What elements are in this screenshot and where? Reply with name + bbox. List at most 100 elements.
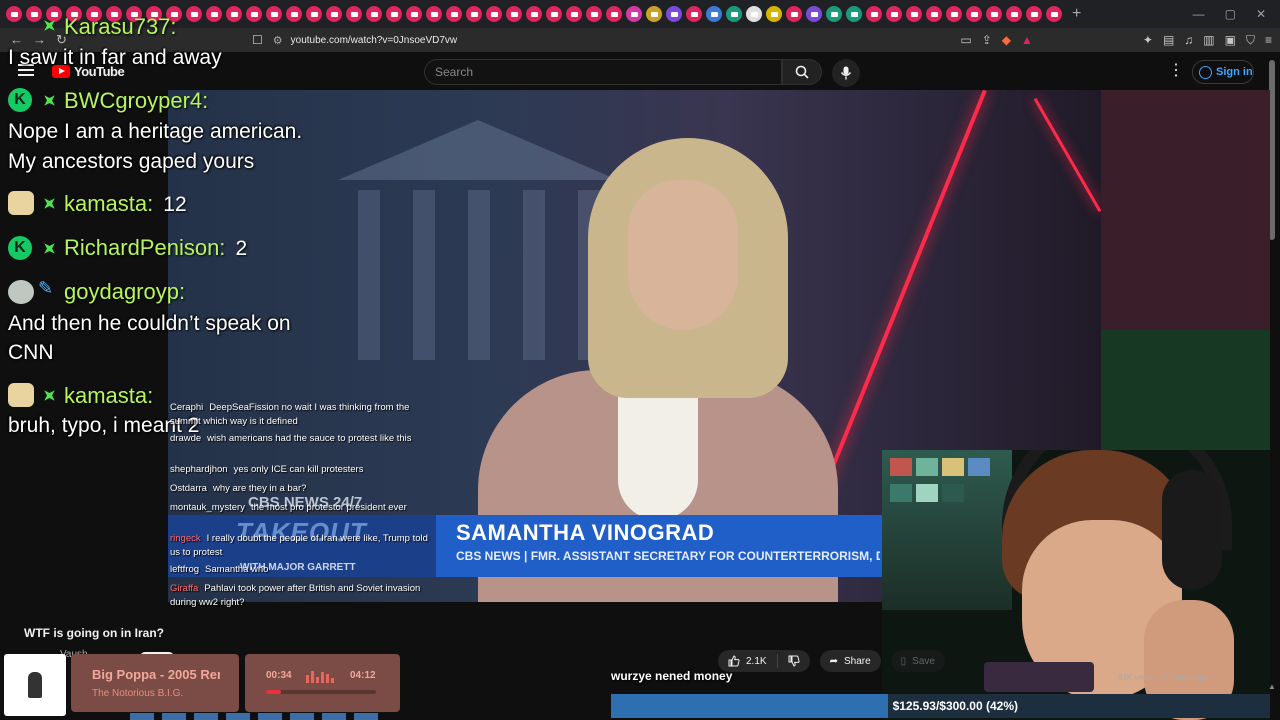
- recommended-thumbnail[interactable]: [984, 662, 1094, 692]
- taskbar-app[interactable]: [322, 713, 346, 720]
- browser-tab[interactable]: [266, 6, 282, 22]
- vpn-icon[interactable]: ⛉: [1246, 33, 1255, 48]
- taskbar-app[interactable]: [194, 713, 218, 720]
- track-card: [71, 654, 239, 712]
- dislike-button[interactable]: [778, 650, 810, 672]
- browser-tab[interactable]: [186, 6, 202, 22]
- maximize-icon[interactable]: ▢: [1225, 7, 1236, 21]
- browser-tab[interactable]: [766, 6, 782, 22]
- voice-search-button[interactable]: [832, 59, 860, 87]
- browser-tab[interactable]: [866, 6, 882, 22]
- minimize-icon[interactable]: —: [1193, 7, 1205, 21]
- share-button[interactable]: ➦ Share: [819, 650, 881, 672]
- browser-tab[interactable]: [346, 6, 362, 22]
- browser-tab[interactable]: [466, 6, 482, 22]
- webcam-room: [882, 450, 1012, 610]
- browser-tab[interactable]: [786, 6, 802, 22]
- wallet-icon[interactable]: ▣: [1225, 33, 1236, 47]
- browser-tab[interactable]: [426, 6, 442, 22]
- browser-tab[interactable]: [206, 6, 222, 22]
- new-tab-button[interactable]: +: [1072, 5, 1081, 23]
- sidebar-icon[interactable]: ▥: [1203, 33, 1214, 47]
- menu-icon[interactable]: ≡: [1265, 33, 1272, 47]
- browser-tab[interactable]: [826, 6, 842, 22]
- browser-tab[interactable]: [906, 6, 922, 22]
- frog-badge-icon: [8, 280, 34, 304]
- browser-tab[interactable]: [6, 6, 22, 22]
- browser-tab[interactable]: [806, 6, 822, 22]
- browser-tab[interactable]: [586, 6, 602, 22]
- sign-in-button[interactable]: Sign in: [1192, 60, 1254, 84]
- browser-tab[interactable]: [706, 6, 722, 22]
- save-button[interactable]: ▯ Save: [890, 650, 945, 672]
- search-input[interactable]: Search: [424, 59, 782, 85]
- browser-tab[interactable]: [986, 6, 1002, 22]
- taskbar-app[interactable]: [290, 713, 314, 720]
- track-progress-fill: [266, 690, 281, 694]
- browser-tab[interactable]: [506, 6, 522, 22]
- browser-tab[interactable]: [1026, 6, 1042, 22]
- more-options-icon[interactable]: ⋮: [1168, 63, 1184, 79]
- share-icon: ➦: [829, 655, 838, 667]
- taskbar-app[interactable]: [226, 713, 250, 720]
- capitol-backdrop: [338, 120, 618, 380]
- share-icon[interactable]: ⇪: [982, 33, 992, 47]
- browser-tab[interactable]: [226, 6, 242, 22]
- taskbar-app[interactable]: [130, 713, 154, 720]
- scroll-arrow-icon[interactable]: ▲: [1268, 682, 1276, 691]
- browser-tab[interactable]: [846, 6, 862, 22]
- browser-tab[interactable]: [926, 6, 942, 22]
- browser-tab[interactable]: [486, 6, 502, 22]
- browser-tab[interactable]: [1046, 6, 1062, 22]
- browser-tab-strip: +: [0, 0, 1280, 28]
- browser-tab[interactable]: [666, 6, 682, 22]
- search-button[interactable]: [782, 59, 822, 85]
- browser-tab[interactable]: [326, 6, 342, 22]
- browser-tab[interactable]: [566, 6, 582, 22]
- browser-tab[interactable]: [526, 6, 542, 22]
- video-title: WTF is going on in Iran?: [24, 626, 164, 640]
- shield-icon[interactable]: ◆: [1002, 33, 1011, 47]
- browser-tab[interactable]: [366, 6, 382, 22]
- browser-tab[interactable]: [886, 6, 902, 22]
- extensions-icon[interactable]: ✦: [1143, 33, 1153, 47]
- thumbs-down-icon: [788, 655, 800, 667]
- browser-tab[interactable]: [306, 6, 322, 22]
- bookmark-icon[interactable]: ☐: [252, 33, 263, 47]
- search-placeholder: Search: [435, 65, 474, 79]
- screenshot-icon[interactable]: ▭: [960, 33, 971, 47]
- red-light-stripe: [1033, 97, 1101, 213]
- browser-tab[interactable]: [626, 6, 642, 22]
- chat-line: shephardjhon yes only ICE can kill protes…: [170, 464, 364, 475]
- browser-tab[interactable]: [686, 6, 702, 22]
- taskbar-app[interactable]: [354, 713, 378, 720]
- popcorn-badge-icon: [8, 191, 34, 215]
- kick-badge-icon: K: [8, 88, 32, 112]
- browser-tab[interactable]: [246, 6, 262, 22]
- browser-tab[interactable]: [386, 6, 402, 22]
- url-field[interactable]: ⚙ youtube.com/watch?v=0JnsoeVD7vw: [273, 34, 893, 47]
- browser-tab[interactable]: [286, 6, 302, 22]
- browser-tab[interactable]: [966, 6, 982, 22]
- donation-goal-label: $125.93/$300.00 (42%): [892, 699, 1018, 713]
- gem-badge-icon: [38, 237, 60, 259]
- taskbar: [130, 713, 400, 720]
- headphone-cup: [1162, 470, 1222, 590]
- browser-tab[interactable]: [406, 6, 422, 22]
- rewards-icon[interactable]: ▲: [1021, 33, 1033, 47]
- browser-tab[interactable]: [946, 6, 962, 22]
- site-info-icon[interactable]: ⚙: [273, 34, 283, 47]
- taskbar-app[interactable]: [162, 713, 186, 720]
- browser-tab[interactable]: [606, 6, 622, 22]
- browser-tab[interactable]: [726, 6, 742, 22]
- chat-message: Nope I am a heritage american.: [8, 120, 303, 143]
- reader-icon[interactable]: ▤: [1163, 33, 1174, 47]
- close-icon[interactable]: ✕: [1256, 7, 1266, 21]
- browser-tab[interactable]: [1006, 6, 1022, 22]
- music-icon[interactable]: ♫: [1184, 33, 1193, 47]
- browser-tab[interactable]: [546, 6, 562, 22]
- taskbar-app[interactable]: [258, 713, 282, 720]
- browser-tab[interactable]: [746, 6, 762, 22]
- browser-tab[interactable]: [646, 6, 662, 22]
- browser-tab[interactable]: [446, 6, 462, 22]
